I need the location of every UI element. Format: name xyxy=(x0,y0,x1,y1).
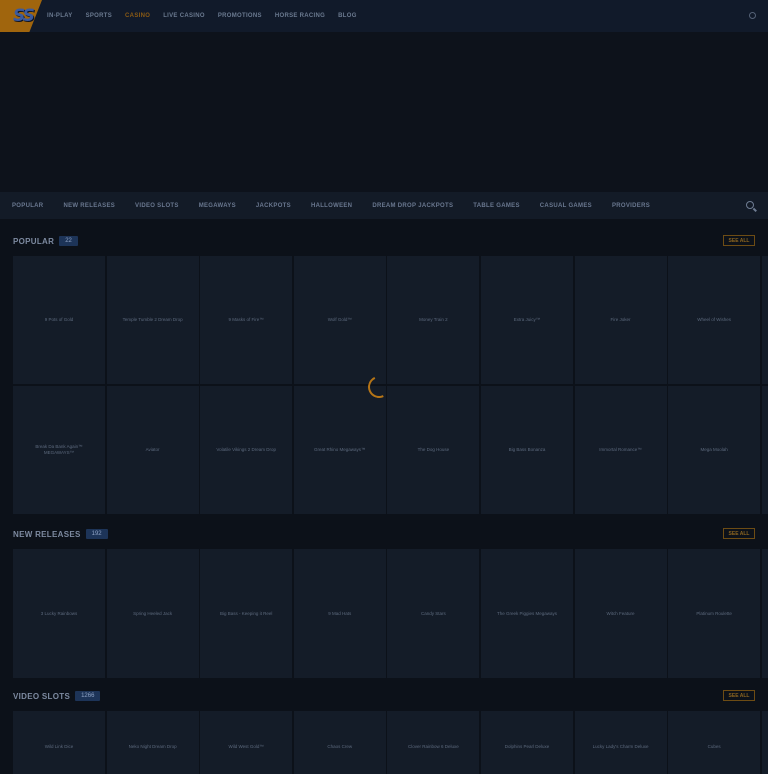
game-tile[interactable]: Wild West Gold™ xyxy=(200,711,293,774)
game-tile[interactable]: Money Train 2 xyxy=(387,256,480,384)
count-badge: 1266 xyxy=(75,691,101,701)
game-tile[interactable]: Extra Juicy™ xyxy=(480,256,573,384)
category-popular[interactable]: POPULAR xyxy=(12,203,43,209)
game-tile[interactable]: Break Da Bank Again™ MEGAWAYS™ xyxy=(13,385,105,514)
category-new-releases[interactable]: NEW RELEASES xyxy=(63,203,115,209)
game-tile[interactable]: 9 Pots of Gold xyxy=(13,256,105,384)
category-bar: POPULAR NEW RELEASES VIDEO SLOTS MEGAWAY… xyxy=(0,192,768,219)
popular-grid: 9 Pots of Gold Temple Tumble 2 Dream Dro… xyxy=(13,256,768,515)
new-releases-header: NEW RELEASES 192 xyxy=(13,527,108,541)
game-tile[interactable]: Big Bass Bonanza xyxy=(480,385,573,514)
category-providers[interactable]: PROVIDERS xyxy=(612,203,650,209)
hero-banner xyxy=(0,32,768,192)
game-tile[interactable]: Candy Stars xyxy=(387,549,480,678)
nav-promotions[interactable]: PROMOTIONS xyxy=(218,13,262,19)
category-halloween[interactable]: HALLOWEEN xyxy=(311,203,352,209)
count-badge: 22 xyxy=(59,236,78,246)
game-tile[interactable]: Neko Night Dream Drop xyxy=(106,711,199,774)
game-tile[interactable]: Wheel of Wishes xyxy=(668,256,761,384)
site-logo[interactable]: SS xyxy=(13,6,35,26)
popular-header: POPULAR 22 xyxy=(13,234,78,248)
game-tile[interactable]: 9 Masks of Fire™ xyxy=(200,256,293,384)
search-icon[interactable] xyxy=(746,201,754,209)
game-tile[interactable]: Temple Tumble 2 Dream Drop xyxy=(106,256,199,384)
account-icon[interactable] xyxy=(749,12,756,19)
new-releases-grid: 3 Lucky Rainbows Spring Heeled Jack Big … xyxy=(13,549,768,678)
game-tile-partial[interactable] xyxy=(761,385,768,514)
video-slots-grid: Wild Link Dice Neko Night Dream Drop Wil… xyxy=(13,711,768,774)
game-tile[interactable]: Witch Feature xyxy=(574,549,667,678)
top-navigation: SS IN-PLAY SPORTS CASINO LIVE CASINO PRO… xyxy=(0,0,768,32)
see-all-button[interactable]: SEE ALL xyxy=(723,528,755,539)
main-menu: IN-PLAY SPORTS CASINO LIVE CASINO PROMOT… xyxy=(47,0,370,32)
game-tile-partial[interactable] xyxy=(761,711,768,774)
section-title: VIDEO SLOTS xyxy=(13,691,71,701)
see-all-button[interactable]: SEE ALL xyxy=(723,690,755,701)
see-all-button[interactable]: SEE ALL xyxy=(723,235,755,246)
game-tile[interactable]: Mega Moolah xyxy=(668,385,761,514)
category-table-games[interactable]: TABLE GAMES xyxy=(473,203,520,209)
nav-blog[interactable]: BLOG xyxy=(338,13,357,19)
game-tile[interactable]: Fire Joker xyxy=(574,256,667,384)
game-tile[interactable]: Lucky Lady's Charm Deluxe xyxy=(574,711,667,774)
nav-sports[interactable]: SPORTS xyxy=(86,13,112,19)
game-tile[interactable]: 9 Mad Hats xyxy=(293,549,386,678)
category-jackpots[interactable]: JACKPOTS xyxy=(256,203,291,209)
section-title: NEW RELEASES xyxy=(13,529,81,539)
game-tile[interactable]: Wolf Gold™ xyxy=(293,256,386,384)
game-tile[interactable]: Great Rhino Megaways™ xyxy=(293,385,386,514)
category-megaways[interactable]: MEGAWAYS xyxy=(199,203,236,209)
game-tile[interactable]: The Dog House xyxy=(387,385,480,514)
video-slots-header: VIDEO SLOTS 1266 xyxy=(13,689,101,703)
category-dream-drop-jackpots[interactable]: DREAM DROP JACKPOTS xyxy=(372,203,453,209)
nav-horse-racing[interactable]: HORSE RACING xyxy=(275,13,325,19)
game-tile[interactable]: Wild Link Dice xyxy=(13,711,105,774)
game-tile[interactable]: Immortal Romance™ xyxy=(574,385,667,514)
game-tile[interactable]: Platinum Roulette xyxy=(668,549,761,678)
category-video-slots[interactable]: VIDEO SLOTS xyxy=(135,203,179,209)
game-tile[interactable]: Big Bass - Keeping it Reel xyxy=(200,549,293,678)
game-tile[interactable]: Aviator xyxy=(106,385,199,514)
nav-in-play[interactable]: IN-PLAY xyxy=(47,13,73,19)
game-tile-partial[interactable] xyxy=(761,549,768,678)
game-tile[interactable]: 3 Lucky Rainbows xyxy=(13,549,105,678)
game-tile[interactable]: Dolphins Pearl Deluxe xyxy=(480,711,573,774)
category-casual-games[interactable]: CASUAL GAMES xyxy=(540,203,592,209)
nav-casino[interactable]: CASINO xyxy=(125,13,150,19)
game-tile[interactable]: Clover Rainbow 6 Deluxe xyxy=(387,711,480,774)
section-title: POPULAR xyxy=(13,236,55,246)
category-menu: POPULAR NEW RELEASES VIDEO SLOTS MEGAWAY… xyxy=(12,192,670,219)
game-tile[interactable]: Cubes xyxy=(668,711,761,774)
game-tile[interactable]: The Greek Piggies Megaways xyxy=(480,549,573,678)
game-tile[interactable]: Chaos Crew xyxy=(293,711,386,774)
game-tile-partial[interactable] xyxy=(761,256,768,384)
game-tile[interactable]: Spring Heeled Jack xyxy=(106,549,199,678)
nav-live-casino[interactable]: LIVE CASINO xyxy=(163,13,205,19)
game-tile[interactable]: Volatile Vikings 2 Dream Drop xyxy=(200,385,293,514)
count-badge: 192 xyxy=(85,529,108,539)
